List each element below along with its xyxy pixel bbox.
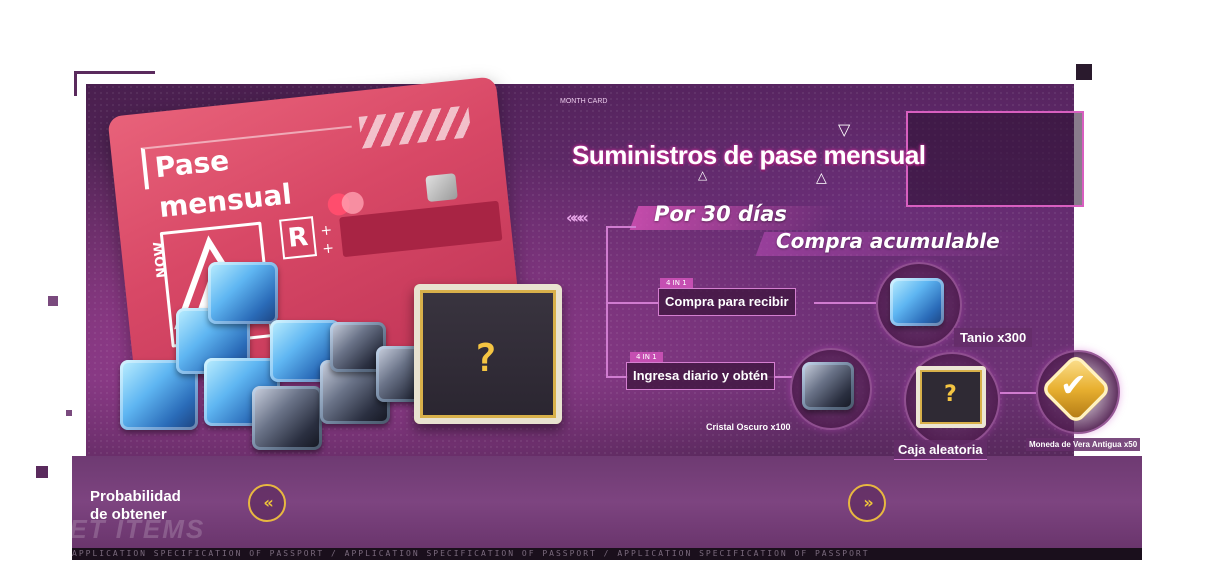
subtitle-stackable: Compra acumulable bbox=[776, 229, 1000, 253]
probability-line-1: Probabilidad bbox=[90, 488, 181, 505]
dark-crystal-label: Cristal Oscuro x100 bbox=[706, 422, 791, 432]
random-box-icon: ? bbox=[916, 366, 986, 428]
blue-crystal-icon bbox=[890, 278, 944, 326]
card-plus: + bbox=[319, 222, 334, 240]
probability-link[interactable]: Probabilidad de obtener bbox=[90, 488, 181, 524]
connector-line bbox=[606, 302, 658, 304]
row2-tag: 4 IN 1 bbox=[630, 352, 663, 362]
ticket-frame bbox=[906, 111, 1084, 207]
triangle-marker-icon: △ bbox=[698, 168, 708, 182]
prev-button[interactable]: « bbox=[248, 484, 286, 522]
chevron-left-icon: ««« bbox=[566, 208, 589, 227]
card-title: Pase mensual bbox=[140, 125, 356, 224]
month-card-tag: MONTH CARD bbox=[560, 98, 608, 105]
row1-tag: 4 IN 1 bbox=[660, 278, 693, 288]
question-mark-icon: ? bbox=[474, 336, 497, 380]
probability-line-2: de obtener bbox=[90, 506, 167, 523]
dark-crystal-icon bbox=[252, 386, 322, 450]
bottom-strip-text: APPLICATION SPECIFICATION OF PASSPORT / … bbox=[72, 548, 1142, 560]
row2-label: Ingresa diario y obtén bbox=[626, 362, 776, 390]
connector-line bbox=[606, 376, 628, 378]
connector-line bbox=[606, 226, 636, 228]
triangle-marker-icon: ▽ bbox=[838, 120, 851, 139]
frame-square bbox=[36, 466, 48, 478]
coin-label: Moneda de Vera Antigua x50 bbox=[1026, 438, 1141, 451]
card-field bbox=[339, 200, 503, 258]
blue-crystal-icon bbox=[208, 262, 278, 324]
card-letter: R bbox=[279, 216, 318, 260]
bottom-bar bbox=[72, 456, 1142, 548]
connector-line bbox=[1000, 392, 1036, 394]
connector-line bbox=[814, 302, 876, 304]
triangle-marker-icon: △ bbox=[816, 170, 827, 186]
checkmark-icon: ✔ bbox=[1060, 366, 1087, 404]
tanio-label: Tanio x300 bbox=[954, 328, 1033, 347]
card-stripes bbox=[358, 105, 472, 149]
frame-square bbox=[1076, 64, 1092, 80]
card-chip-icon bbox=[425, 173, 458, 203]
random-box-label: Caja aleatoria bbox=[894, 440, 987, 460]
question-mark-icon: ? bbox=[944, 382, 957, 407]
next-button[interactable]: » bbox=[848, 484, 886, 522]
frame-square bbox=[48, 296, 58, 306]
random-box-icon: ? bbox=[414, 284, 562, 424]
frame-square bbox=[66, 410, 72, 416]
dark-crystal-icon bbox=[802, 362, 854, 410]
row1-label: Compra para recibir bbox=[658, 288, 796, 316]
card-plus: + bbox=[321, 240, 335, 258]
subtitle-duration: Por 30 días bbox=[654, 202, 787, 226]
page-title: Suministros de pase mensual bbox=[572, 140, 926, 170]
